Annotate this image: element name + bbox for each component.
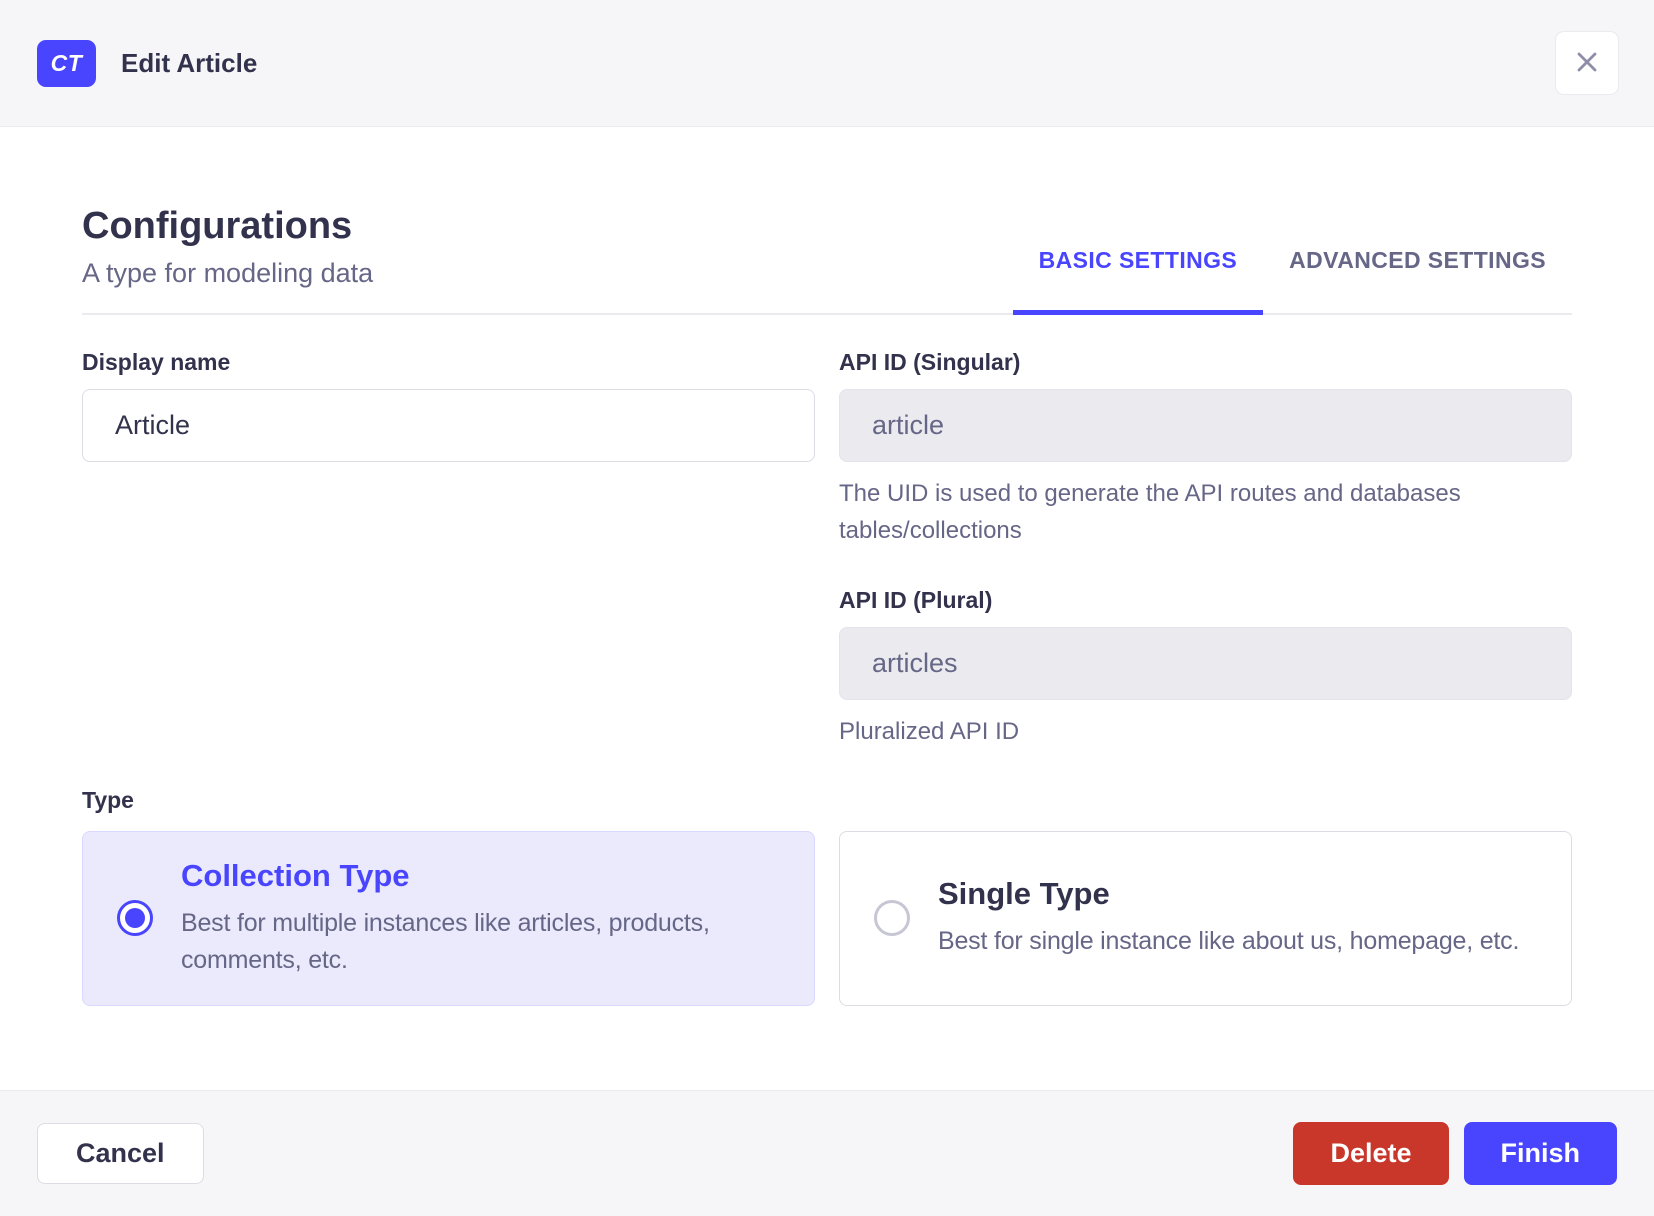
api-id-singular-input — [839, 389, 1572, 462]
form-right-column: API ID (Singular) The UID is used to gen… — [839, 349, 1572, 751]
page-title: Configurations — [82, 205, 353, 247]
section-header: Configurations A type for modeling data … — [82, 205, 1572, 315]
collection-type-description: Best for multiple instances like article… — [181, 909, 710, 974]
modal-header: CT Edit Article — [0, 0, 1654, 127]
type-label: Type — [82, 786, 134, 813]
api-id-plural-helper: Pluralized API ID — [839, 718, 1020, 746]
section-titles: Configurations A type for modeling data — [82, 205, 373, 313]
single-type-title: Single Type — [938, 876, 1110, 912]
edit-content-type-modal: CT Edit Article Configurations A type fo… — [0, 0, 1654, 1216]
single-type-option[interactable]: Single Type Best for single instance lik… — [839, 830, 1572, 1006]
api-id-singular-helper: The UID is used to generate the API rout… — [839, 480, 1461, 545]
single-type-description: Best for single instance like about us, … — [938, 927, 1520, 956]
configuration-form: Display name API ID (Singular) The UID i… — [82, 349, 1572, 751]
display-name-label: Display name — [82, 349, 231, 375]
footer-action-buttons: Delete Finish — [1293, 1122, 1617, 1185]
modal-header-left: CT Edit Article — [37, 39, 258, 87]
api-id-singular-label: API ID (Singular) — [839, 349, 1021, 375]
api-id-plural-input — [839, 627, 1572, 701]
type-section: Type Collection Type Best for multiple i… — [82, 787, 1572, 1006]
api-id-singular-field: API ID (Singular) The UID is used to gen… — [839, 349, 1572, 549]
collection-type-title: Collection Type — [181, 858, 410, 894]
content-type-badge-label: CT — [50, 49, 83, 76]
modal-footer: Cancel Delete Finish — [0, 1090, 1654, 1216]
collection-type-text: Collection Type Best for multiple instan… — [181, 858, 786, 978]
api-id-plural-field: API ID (Plural) Pluralized API ID — [839, 587, 1572, 750]
display-name-field: Display name — [82, 349, 815, 462]
modal-body: Configurations A type for modeling data … — [0, 127, 1654, 1090]
form-left-column: Display name — [82, 349, 815, 751]
delete-button[interactable]: Delete — [1293, 1122, 1449, 1185]
single-type-text: Single Type Best for single instance lik… — [938, 876, 1543, 959]
cancel-button[interactable]: Cancel — [37, 1123, 204, 1184]
radio-checked-icon[interactable] — [117, 900, 153, 937]
close-icon — [1571, 46, 1603, 81]
radio-unchecked-icon[interactable] — [874, 900, 910, 937]
settings-tabs: BASIC SETTINGS ADVANCED SETTINGS — [1012, 247, 1572, 315]
display-name-input[interactable] — [82, 389, 815, 462]
tab-basic-settings[interactable]: BASIC SETTINGS — [1012, 247, 1264, 315]
collection-type-option[interactable]: Collection Type Best for multiple instan… — [82, 830, 815, 1006]
page-subtitle: A type for modeling data — [82, 258, 374, 288]
tab-advanced-settings[interactable]: ADVANCED SETTINGS — [1263, 247, 1572, 315]
close-button[interactable] — [1555, 31, 1619, 95]
finish-button[interactable]: Finish — [1463, 1122, 1617, 1185]
modal-title: Edit Article — [121, 47, 258, 78]
type-options: Collection Type Best for multiple instan… — [82, 830, 1572, 1006]
content-type-badge-icon: CT — [37, 39, 96, 87]
api-id-plural-label: API ID (Plural) — [839, 587, 993, 614]
